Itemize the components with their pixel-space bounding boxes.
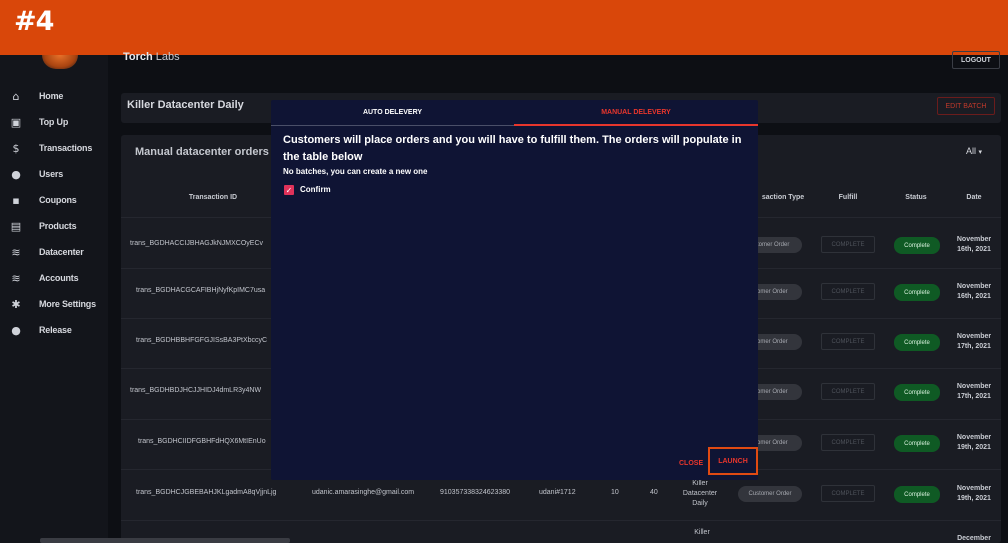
date-cell: November 17th, 2021 xyxy=(956,383,992,400)
transaction-id-cell[interactable]: trans_BGDHACCIJBHAGJkNJMXCOyECv xyxy=(130,240,263,247)
orders-title: Manual datacenter orders t xyxy=(135,146,270,158)
sidebar-item-release[interactable]: ● Release xyxy=(0,318,108,342)
fulfill-button[interactable]: COMPLETE xyxy=(821,236,875,253)
chevron-down-icon: ▾ xyxy=(978,149,983,156)
brand-rest: Labs xyxy=(152,51,180,63)
sidebar-item-label: Accounts xyxy=(39,273,79,283)
transaction-id-cell[interactable]: trans_BGDHBDJHCJJHIDJ4dmLR3y4NW xyxy=(130,387,261,394)
transaction-id-cell[interactable]: trans_BGDHACGCAFIBHjNyfKpIMC7usa xyxy=(136,287,265,294)
status-badge: Complete xyxy=(894,284,940,301)
header-transaction-type: saction Type xyxy=(761,194,805,201)
confirm-checkbox[interactable]: ✓ xyxy=(284,185,294,195)
tab-manual-delivery[interactable]: MANUAL DELEVERY xyxy=(514,100,758,126)
status-badge: Complete xyxy=(894,384,940,401)
briefcase-icon: ▤ xyxy=(10,219,22,233)
tab-auto-delivery[interactable]: AUTO DELEVERY xyxy=(271,100,514,126)
header-status: Status xyxy=(905,194,927,201)
dollar-icon: $ xyxy=(12,141,20,155)
sidebar-item-label: Users xyxy=(39,169,64,179)
header-fulfill: Fulfill xyxy=(838,194,858,201)
gear-icon: ✱ xyxy=(11,297,21,311)
sidebar-item-label: Release xyxy=(39,325,72,335)
sidebar-item-label: Products xyxy=(39,221,77,231)
row-divider xyxy=(121,520,1001,521)
modal-subtext: No batches, you can create a new one xyxy=(283,167,428,176)
email-cell: udanic.amarasinghe@gmail.com xyxy=(312,489,415,496)
header-date: Date xyxy=(966,194,982,201)
transaction-id-cell[interactable]: trans_BGDHCIIDFGBHFdHQX6MtIEnUo xyxy=(138,438,266,445)
sidebar-item-home[interactable]: ⌂ Home xyxy=(0,84,108,108)
sidebar-item-label: Transactions xyxy=(39,143,93,153)
edit-batch-button[interactable]: EDIT BATCH xyxy=(937,97,995,115)
transaction-id-cell[interactable]: trans_BGDHCJGBEBAHJKLgadmA8qVjjnLjg xyxy=(136,489,276,496)
price-cell: 40 xyxy=(650,489,658,496)
globe-icon: ● xyxy=(11,323,21,337)
sidebar-item-coupons[interactable]: ▪ Coupons xyxy=(0,188,108,212)
partial-date-cell: December xyxy=(957,535,991,542)
filter-select[interactable]: All ▾ xyxy=(966,146,982,156)
logout-button[interactable]: LOGOUT xyxy=(952,51,1000,69)
date-cell: November 19th, 2021 xyxy=(956,485,992,502)
modal-description: Customers will place orders and you will… xyxy=(283,134,742,163)
username-cell: udani#1712 xyxy=(539,489,576,496)
fulfill-button[interactable]: COMPLETE xyxy=(821,333,875,350)
sidebar-item-transactions[interactable]: $ Transactions xyxy=(0,136,108,160)
wifi-icon: ≋ xyxy=(11,271,21,285)
fulfill-button[interactable]: COMPLETE xyxy=(821,434,875,451)
date-cell: November 16th, 2021 xyxy=(956,236,992,253)
launch-button[interactable]: LAUNCH xyxy=(708,447,758,475)
brand-bold: Torch xyxy=(123,51,153,63)
brand-name: Torch Labs xyxy=(123,51,180,63)
sidebar-item-top-up[interactable]: ▣ Top Up xyxy=(0,110,108,134)
order-type-badge: Customer Order xyxy=(738,486,802,502)
wifi-icon: ≋ xyxy=(11,245,21,259)
filter-value: All xyxy=(966,146,977,156)
sidebar-item-label: Top Up xyxy=(39,117,69,127)
status-badge: Complete xyxy=(894,237,940,254)
step-banner: #4 xyxy=(0,0,1008,55)
partial-product-cell: Killer xyxy=(694,529,710,536)
sidebar-item-more-settings[interactable]: ✱ More Settings xyxy=(0,292,108,316)
status-badge: Complete xyxy=(894,486,940,503)
sidebar-item-datacenter[interactable]: ≋ Datacenter xyxy=(0,240,108,264)
sidebar-item-users[interactable]: ● Users xyxy=(0,162,108,186)
fulfill-button[interactable]: COMPLETE xyxy=(821,383,875,400)
sidebar-item-label: Datacenter xyxy=(39,247,84,257)
sidebar-item-label: More Settings xyxy=(39,299,96,309)
close-button[interactable]: CLOSE xyxy=(679,460,703,467)
user-icon: ● xyxy=(11,167,21,181)
status-badge: Complete xyxy=(894,334,940,351)
date-cell: November 17th, 2021 xyxy=(956,333,992,350)
horizontal-scrollbar[interactable] xyxy=(40,538,290,543)
date-cell: November 16th, 2021 xyxy=(956,283,992,300)
status-badge: Complete xyxy=(894,435,940,452)
sidebar-item-accounts[interactable]: ≋ Accounts xyxy=(0,266,108,290)
sidebar-item-label: Home xyxy=(39,91,64,101)
date-cell: November 19th, 2021 xyxy=(956,434,992,451)
header-transaction-id: Transaction ID xyxy=(188,194,238,201)
home-icon: ⌂ xyxy=(12,89,20,103)
fulfill-button[interactable]: COMPLETE xyxy=(821,283,875,300)
check-icon: ✓ xyxy=(285,185,293,195)
confirm-label: Confirm xyxy=(300,185,331,194)
coupon-icon: ▪ xyxy=(12,193,20,207)
sidebar-item-products[interactable]: ▤ Products xyxy=(0,214,108,238)
transaction-id-cell[interactable]: trans_BGDHBBHFGFGJISsBA3PtXbccyC xyxy=(136,337,267,344)
sidebar: ⌂ Home ▣ Top Up $ Transactions ● Users ▪ Coupons ▤… xyxy=(0,55,108,543)
product-cell: Killer Datacenter Daily xyxy=(682,480,718,507)
sidebar-item-label: Coupons xyxy=(39,195,77,205)
step-label: #4 xyxy=(14,6,54,37)
wallet-icon: ▣ xyxy=(10,115,22,129)
quantity-cell: 10 xyxy=(611,489,619,496)
fulfill-button[interactable]: COMPLETE xyxy=(821,485,875,502)
batch-title: Killer Datacenter Daily xyxy=(127,99,244,111)
phone-cell: 910357338324623380 xyxy=(440,489,511,496)
